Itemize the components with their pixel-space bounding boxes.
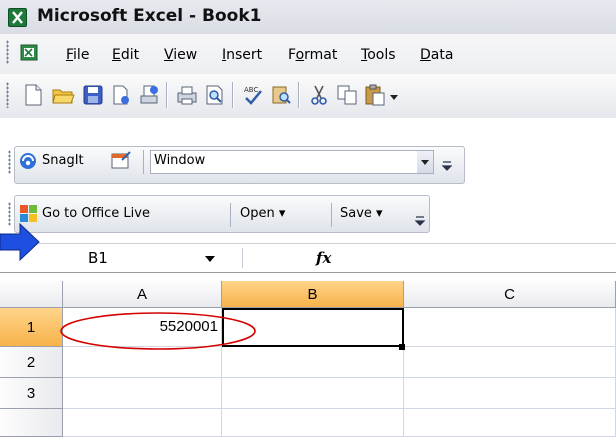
cell-b4[interactable] [222,409,404,437]
cell-a3[interactable] [63,378,222,409]
print-preview-icon[interactable] [202,82,228,108]
workbook-icon[interactable] [20,43,40,63]
toolbar-separator [166,82,167,108]
paste-icon[interactable] [362,82,388,108]
capture-mode-value: Window [154,153,206,168]
toolbar-separator [331,203,332,227]
menu-edit[interactable]: Edit [112,47,139,63]
new-icon[interactable] [20,82,46,108]
cell-a4[interactable] [63,409,222,437]
save-menu-button[interactable]: Save ▾ [340,206,383,221]
print-icon[interactable] [174,82,200,108]
toolbar-options-icon[interactable] [413,213,427,227]
column-header-b[interactable]: B [222,281,404,308]
cut-icon[interactable] [306,82,332,108]
name-box-value: B1 [88,249,108,267]
capture-profile-icon[interactable] [110,150,132,172]
red-ellipse-annotation [58,310,258,352]
column-header-c[interactable]: C [404,281,616,308]
excel-app-icon[interactable] [8,8,27,27]
cell-c4[interactable] [404,409,616,437]
menu-view[interactable]: View [164,47,197,63]
menu-insert[interactable]: Insert [222,47,262,63]
menu-grip[interactable] [6,40,9,64]
snagit-logo-icon[interactable] [18,151,38,171]
window-title: Microsoft Excel - Book1 [37,6,262,26]
spelling-icon[interactable]: ABC [240,82,266,108]
snagit-grip[interactable] [8,150,11,174]
go-to-office-live-button[interactable]: Go to Office Live [42,206,150,221]
formula-bar-divider [242,248,243,268]
cell-c2[interactable] [404,347,616,378]
row-header-1[interactable]: 1 [0,308,63,347]
fill-handle[interactable] [399,344,405,350]
print-area-icon[interactable] [136,82,162,108]
row-header-2[interactable]: 2 [0,347,63,378]
menu-tools[interactable]: Tools [361,47,396,63]
menu-data[interactable]: Data [420,47,453,63]
toolbar-grip[interactable] [6,82,9,108]
cell-b3[interactable] [222,378,404,409]
cell-c3[interactable] [404,378,616,409]
toolbar-separator [298,82,299,108]
combobox-dropdown-button[interactable] [417,151,433,173]
toolbar-separator [230,203,231,227]
svg-text:ABC: ABC [244,86,258,94]
copy-icon[interactable] [334,82,360,108]
blue-arrow-annotation [0,222,40,262]
toolbar-separator [143,150,144,174]
menu-file[interactable]: File [66,47,89,63]
select-all-corner[interactable] [0,281,63,308]
toolbar-options-icon[interactable] [440,158,454,172]
row-header-4[interactable] [0,409,63,437]
paste-dropdown-icon[interactable] [390,90,398,100]
research-icon[interactable] [268,82,294,108]
snagit-label[interactable]: SnagIt [42,153,84,168]
column-header-a[interactable]: A [63,281,222,308]
save-icon[interactable] [80,82,106,108]
toolbar-separator [232,82,233,108]
open-menu-button[interactable]: Open ▾ [240,206,285,221]
permission-icon[interactable] [108,82,134,108]
formula-input[interactable] [342,244,616,271]
row-header-3[interactable]: 3 [0,378,63,409]
name-box-dropdown-icon[interactable] [204,253,216,263]
cell-c1[interactable] [404,308,616,347]
open-icon[interactable] [50,82,76,108]
insert-function-icon[interactable]: fx [316,249,331,267]
menu-format[interactable]: Format [288,47,337,63]
